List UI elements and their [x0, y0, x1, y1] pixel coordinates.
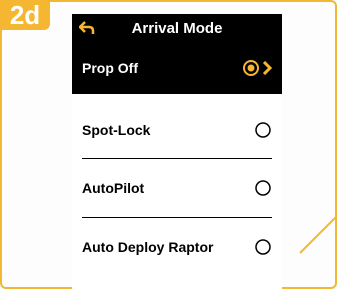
menu-item-label: AutoPilot — [82, 180, 145, 196]
step-label: 2d — [0, 0, 50, 30]
radio-unselected-icon[interactable] — [254, 121, 272, 139]
divider — [82, 158, 272, 159]
radio-selected-icon — [243, 60, 259, 76]
radio-selected[interactable] — [242, 59, 272, 77]
menu-item-spot-lock[interactable]: Spot-Lock — [72, 104, 282, 156]
divider — [82, 217, 272, 218]
menu-item-autopilot[interactable]: AutoPilot — [72, 162, 282, 214]
radio-unselected-icon[interactable] — [254, 238, 272, 256]
menu-item-label: Auto Deploy Raptor — [82, 239, 214, 255]
menu-item-prop-off[interactable]: Prop Off — [72, 42, 282, 94]
radio-unselected-icon[interactable] — [254, 179, 272, 197]
menu-item-label: Prop Off — [82, 60, 138, 76]
page-title: Arrival Mode — [131, 19, 223, 37]
device-screen: Arrival Mode Prop Off Spot-Lock AutoPilo… — [72, 14, 282, 289]
chevron-right-icon — [262, 61, 272, 75]
title-bar: Arrival Mode — [72, 14, 282, 42]
menu-item-auto-deploy-raptor[interactable]: Auto Deploy Raptor — [72, 221, 282, 273]
menu-item-label: Spot-Lock — [82, 122, 151, 138]
back-arrow-icon[interactable] — [72, 14, 102, 42]
